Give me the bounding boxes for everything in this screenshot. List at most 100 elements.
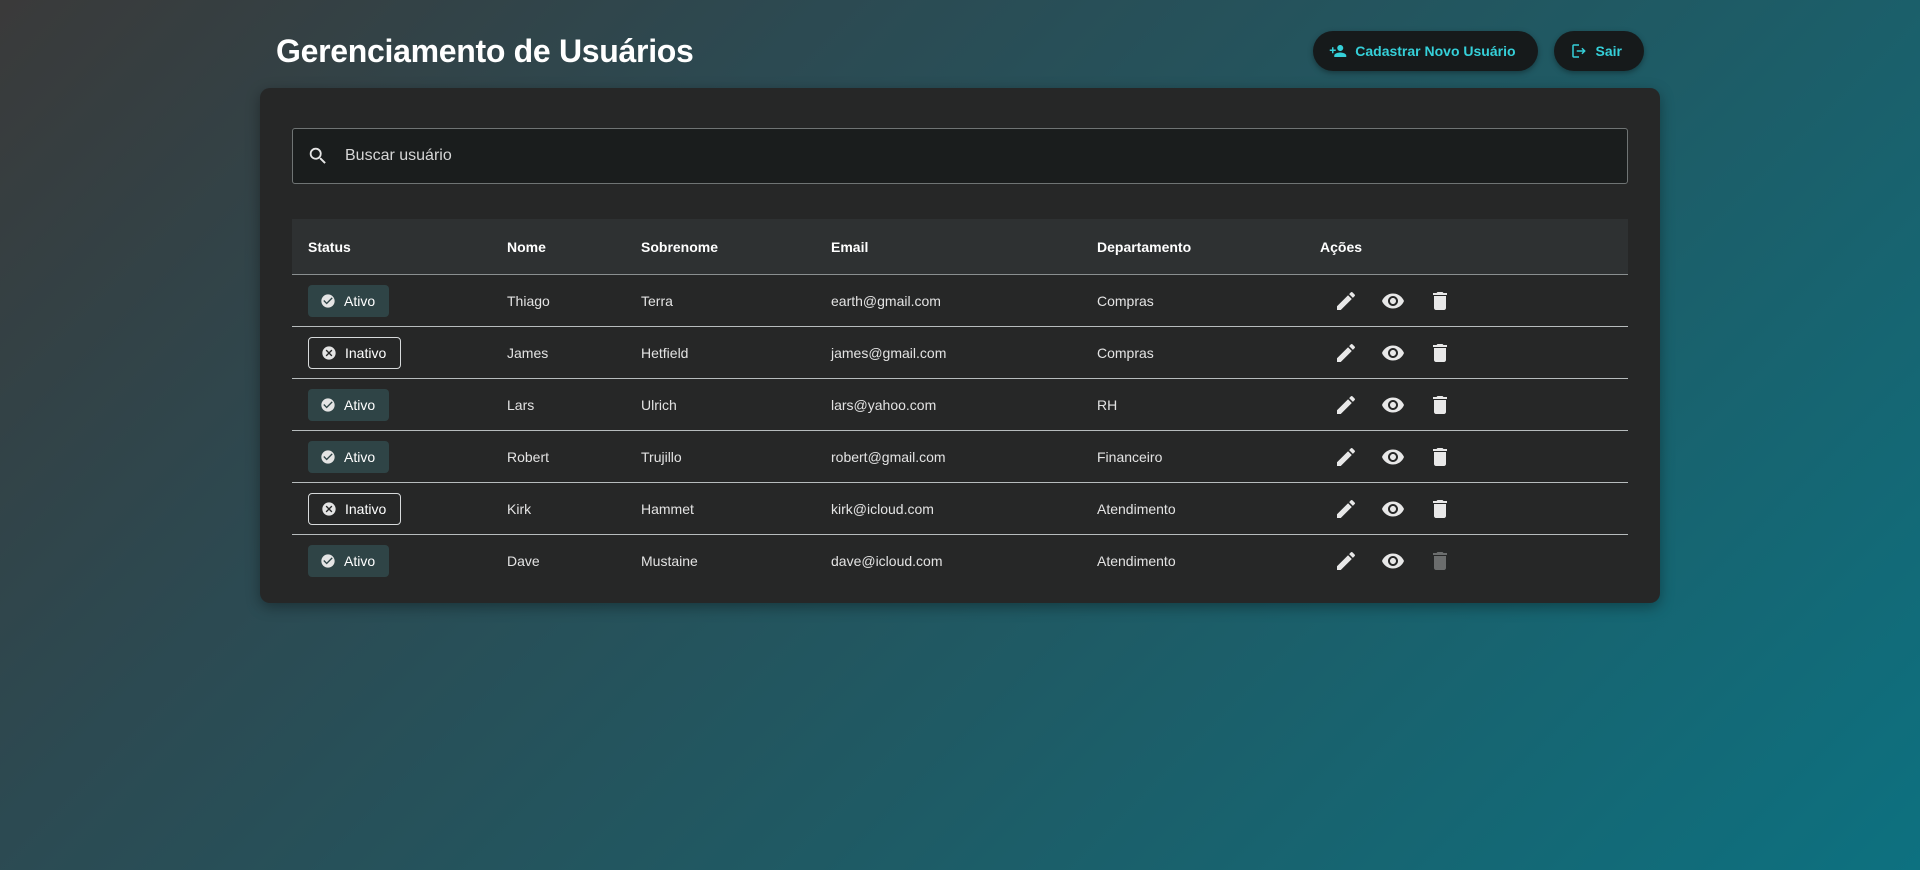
edit-button[interactable] (1334, 549, 1358, 573)
eye-icon (1382, 293, 1404, 308)
table-row: Inativo James Hetfield james@gmail.com Compr… (292, 327, 1628, 379)
pencil-icon (1337, 291, 1356, 310)
status-label: Ativo (344, 396, 376, 413)
status-badge: Ativo (308, 388, 390, 421)
logout-icon (1571, 44, 1586, 58)
email-cell: dave@icloud.com (831, 553, 943, 569)
delete-button[interactable] (1428, 393, 1452, 417)
status-badge: Ativo (308, 545, 390, 577)
check-circle-icon (321, 449, 335, 464)
eye-icon (1382, 553, 1404, 569)
edit-button[interactable] (1334, 445, 1358, 469)
view-button[interactable] (1381, 341, 1405, 365)
cancel-circle-icon (322, 345, 336, 360)
table-row: Ativo Thiago Terra earth@gmail.com Compras (292, 275, 1628, 327)
sobrenome-cell: Hammet (641, 500, 694, 517)
trash-icon (1433, 499, 1447, 518)
search-input[interactable] (345, 147, 1545, 165)
status-label: Inativo (345, 344, 387, 361)
nome-cell: Thiago (507, 292, 550, 309)
view-button[interactable] (1381, 549, 1405, 573)
status-cell: Ativo (292, 545, 507, 577)
delete-button[interactable] (1428, 289, 1452, 313)
register-user-label: Cadastrar Novo Usuário (1355, 43, 1516, 59)
eye-icon (1382, 397, 1404, 412)
trash-icon (1433, 291, 1447, 310)
departamento-cell: Atendimento (1097, 553, 1176, 569)
status-badge: Inativo (308, 336, 402, 369)
status-label: Ativo (344, 448, 376, 465)
check-circle-icon (321, 554, 335, 568)
eye-icon (1382, 449, 1404, 464)
view-button[interactable] (1381, 393, 1405, 417)
status-label: Inativo (345, 500, 387, 517)
email-cell: lars@yahoo.com (831, 396, 937, 413)
trash-icon (1433, 552, 1447, 570)
departamento-cell: Financeiro (1097, 448, 1163, 465)
table-row: Ativo Robert Trujillo robert@gmail.com Finan… (292, 431, 1628, 483)
departamento-cell: Compras (1097, 292, 1154, 309)
table-header: Status Nome Sobrenome Email Departamento… (292, 219, 1628, 275)
users-card: Status Nome Sobrenome Email Departamento… (260, 88, 1660, 603)
top-bar: Gerenciamento de Usuários Cadastrar Novo… (276, 28, 1644, 74)
top-actions: Cadastrar Novo Usuário Sair (1313, 31, 1644, 71)
actions-cell (1320, 393, 1628, 417)
check-circle-icon (321, 293, 335, 308)
nome-cell: Robert (507, 448, 550, 465)
trash-icon (1433, 447, 1447, 466)
pencil-icon (1337, 343, 1356, 362)
edit-button[interactable] (1334, 341, 1358, 365)
status-cell: Ativo (292, 440, 507, 473)
edit-button[interactable] (1334, 393, 1358, 417)
sobrenome-cell: Ulrich (641, 396, 677, 413)
nome-cell: James (507, 344, 549, 361)
trash-icon (1433, 343, 1447, 362)
actions-cell (1320, 497, 1628, 521)
view-button[interactable] (1381, 445, 1405, 469)
eye-icon (1382, 501, 1404, 516)
status-cell: Ativo (292, 284, 507, 317)
register-user-button[interactable]: Cadastrar Novo Usuário (1313, 31, 1538, 71)
status-cell: Inativo (292, 492, 507, 525)
edit-button[interactable] (1334, 497, 1358, 521)
table-body: Ativo Thiago Terra earth@gmail.com Compras In… (292, 275, 1628, 587)
search-box (292, 128, 1628, 184)
users-table: Status Nome Sobrenome Email Departamento… (292, 219, 1628, 587)
column-header-nome[interactable]: Nome (507, 239, 641, 255)
column-header-status[interactable]: Status (292, 239, 507, 255)
column-header-email[interactable]: Email (831, 239, 1097, 255)
eye-icon (1382, 345, 1404, 360)
actions-cell (1320, 289, 1628, 313)
departamento-cell: RH (1097, 396, 1118, 413)
view-button[interactable] (1381, 497, 1405, 521)
sobrenome-cell: Mustaine (641, 553, 698, 569)
logout-button[interactable]: Sair (1553, 31, 1644, 71)
delete-button[interactable] (1428, 497, 1452, 521)
status-badge: Ativo (308, 284, 390, 317)
delete-button[interactable] (1428, 341, 1452, 365)
cancel-circle-icon (322, 501, 336, 516)
actions-cell (1320, 549, 1628, 573)
search-icon (309, 147, 326, 164)
delete-button[interactable] (1428, 445, 1452, 469)
trash-icon (1433, 395, 1447, 414)
email-cell: earth@gmail.com (831, 292, 941, 309)
status-badge: Ativo (308, 440, 390, 473)
sobrenome-cell: Terra (641, 292, 673, 309)
column-header-departamento[interactable]: Departamento (1097, 239, 1320, 255)
page-title: Gerenciamento de Usuários (276, 32, 694, 69)
column-header-sobrenome[interactable]: Sobrenome (641, 239, 831, 255)
pencil-icon (1337, 499, 1356, 518)
logout-label: Sair (1595, 43, 1622, 59)
status-label: Ativo (344, 553, 376, 569)
actions-cell (1320, 341, 1628, 365)
edit-button[interactable] (1334, 289, 1358, 313)
nome-cell: Lars (507, 396, 535, 413)
status-cell: Inativo (292, 336, 507, 369)
pencil-icon (1337, 447, 1356, 466)
email-cell: kirk@icloud.com (831, 500, 934, 517)
table-row: Ativo Dave Mustaine dave@icloud.com Atendime… (292, 535, 1628, 587)
view-button[interactable] (1381, 289, 1405, 313)
sobrenome-cell: Trujillo (641, 448, 682, 465)
status-label: Ativo (344, 292, 376, 309)
